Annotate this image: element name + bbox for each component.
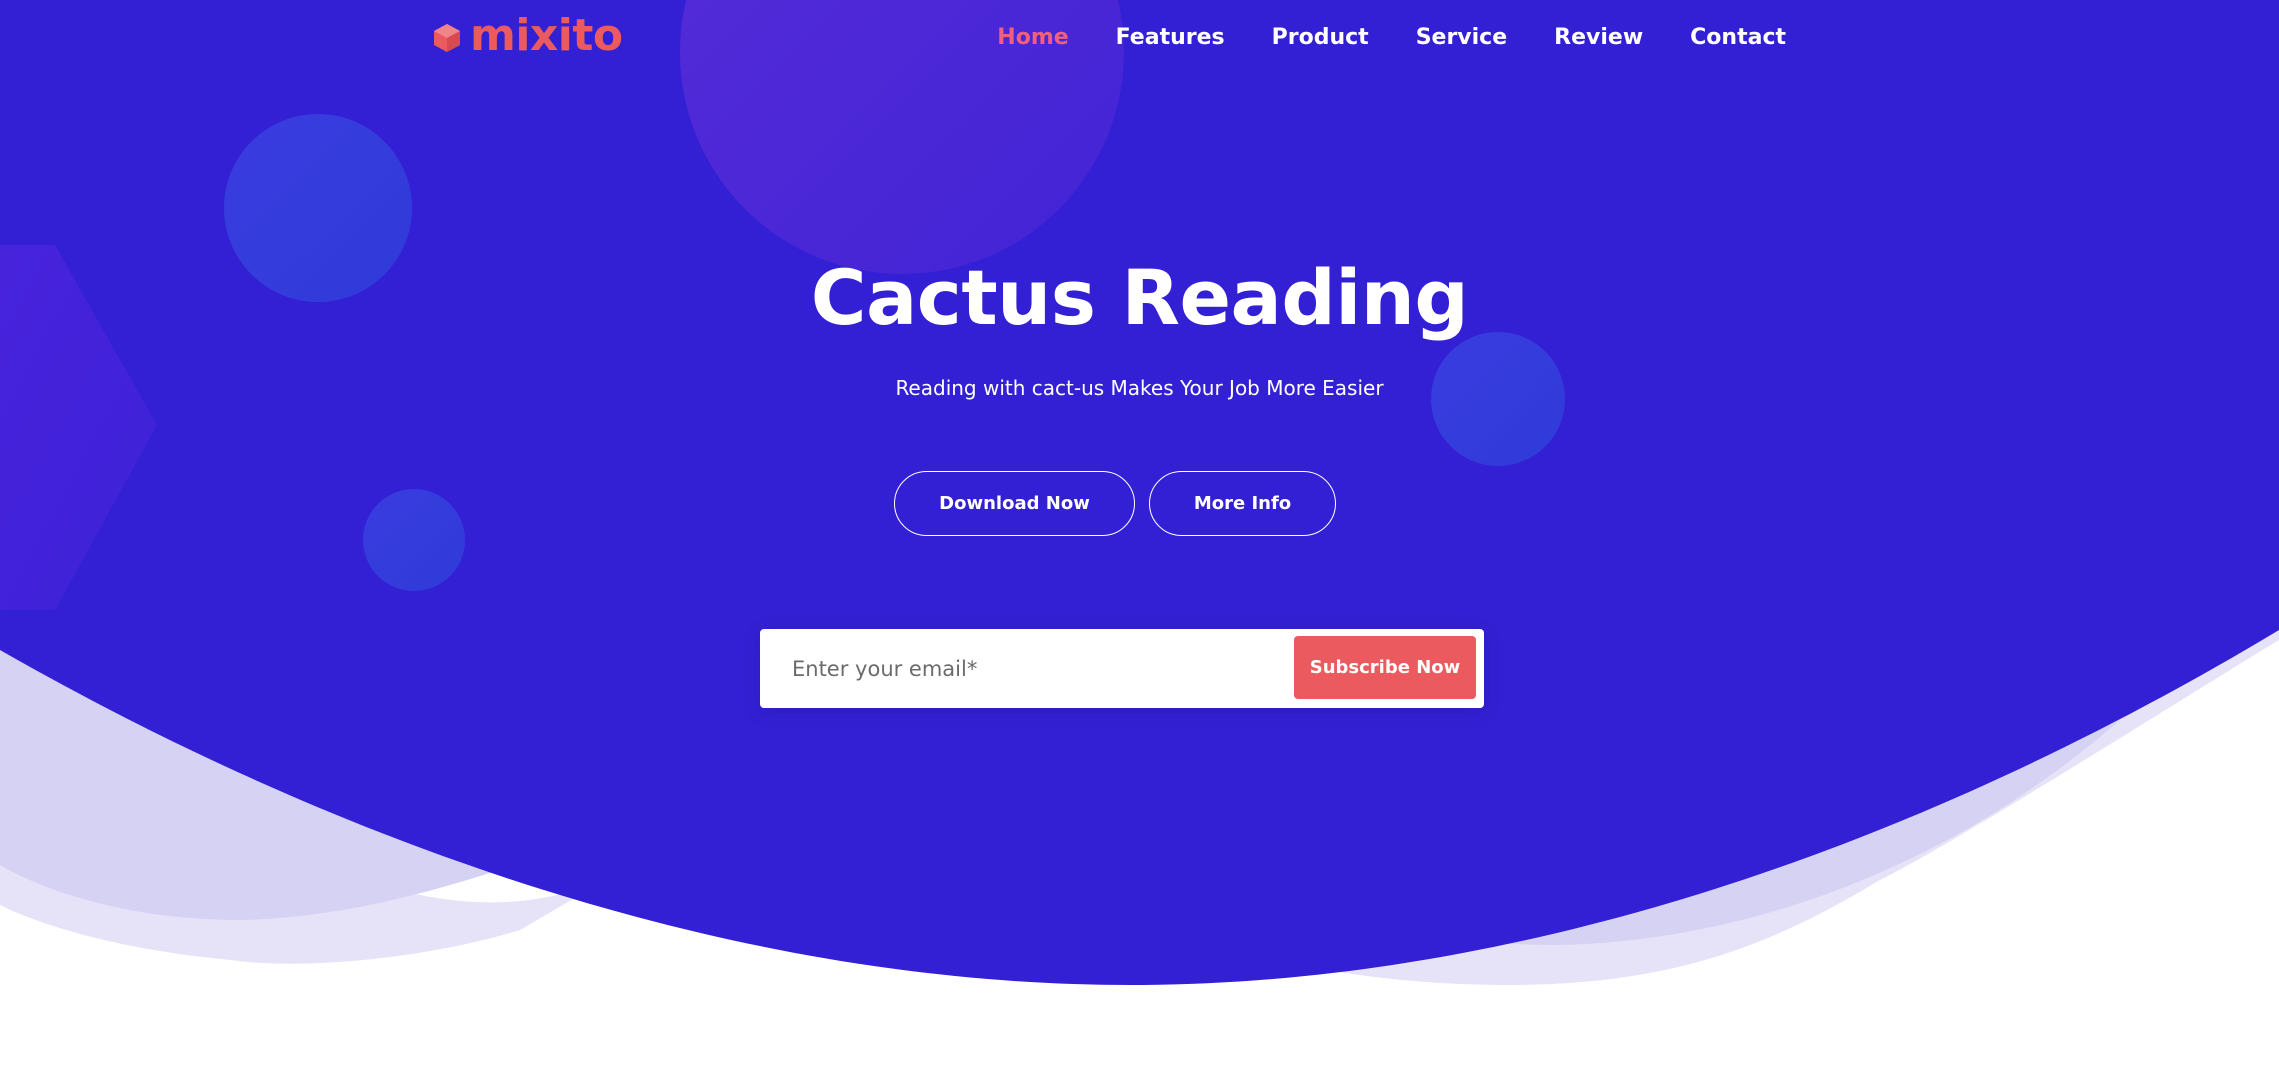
subscribe-now-button[interactable]: Subscribe Now: [1294, 636, 1476, 699]
nav-link-review[interactable]: Review: [1554, 22, 1643, 54]
subscribe-form: Subscribe Now: [760, 629, 1484, 708]
main-menu: Home Features Product Service Review Con…: [997, 22, 1786, 54]
nav-link-service[interactable]: Service: [1416, 22, 1507, 54]
hero-subtitle: Reading with cact-us Makes Your Job More…: [895, 376, 1384, 400]
hero-background: [0, 0, 2279, 985]
brand-name: mixito: [470, 10, 623, 61]
hero-title: Cactus Reading: [810, 253, 1469, 342]
nav-link-product[interactable]: Product: [1272, 22, 1369, 54]
brand-logo[interactable]: mixito: [432, 8, 623, 68]
nav-link-home[interactable]: Home: [997, 22, 1068, 54]
landing-page: mixito Home Features Product Service Rev…: [0, 0, 2279, 1080]
email-input[interactable]: [760, 629, 1280, 708]
download-now-button[interactable]: Download Now: [894, 471, 1135, 536]
bubble-small-left: [363, 489, 465, 591]
cube-icon: [434, 24, 460, 52]
nav-link-contact[interactable]: Contact: [1690, 22, 1786, 54]
top-navbar: mixito Home Features Product Service Rev…: [0, 0, 2279, 80]
more-info-button[interactable]: More Info: [1149, 471, 1336, 536]
nav-link-features[interactable]: Features: [1116, 22, 1225, 54]
